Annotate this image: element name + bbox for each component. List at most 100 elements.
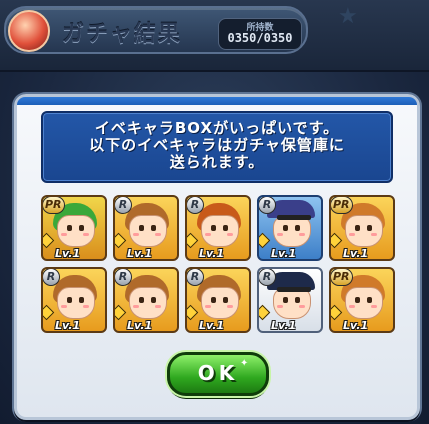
eye-icon — [67, 297, 72, 303]
eye-icon — [295, 225, 300, 231]
diamond-icon — [331, 232, 343, 249]
dialog-top-bar — [17, 97, 417, 105]
level-label: Lv.1 — [271, 247, 297, 260]
eye-icon — [139, 225, 144, 231]
header-bar: ガチャ結果 所持数 0350/0350 ★ — [0, 0, 429, 72]
message-line: 以下のイベキャラはガチャ保管庫に — [89, 136, 345, 154]
page-title: ガチャ結果 — [62, 22, 182, 47]
character-face-icon — [129, 215, 167, 247]
character-card[interactable]: PR Lv.1 — [329, 267, 395, 333]
character-face-icon — [201, 215, 239, 247]
character-card[interactable]: R Lv.1 — [257, 195, 323, 261]
eye-icon — [211, 225, 216, 231]
eye-icon — [67, 225, 72, 231]
blush-icon — [299, 233, 305, 236]
cap-brim-icon — [277, 287, 311, 292]
rarity-badge: R — [43, 269, 60, 286]
level-label: Lv.1 — [199, 247, 225, 260]
message-text: イベキャラBOXがいっぱいです。 以下のイベキャラはガチャ保管庫に 送られます。 — [49, 120, 385, 171]
blush-icon — [277, 233, 283, 236]
eye-icon — [79, 297, 84, 303]
gacha-emblem-icon — [8, 10, 50, 52]
diamond-icon — [187, 304, 199, 321]
character-grid: PR Lv.1 R Lv.1 R Lv.1 R Lv.1 PR Lv.1 R Lv.1 R Lv.1 R Lv… — [41, 195, 395, 333]
blush-icon — [133, 233, 139, 236]
character-face-icon — [345, 287, 383, 319]
eye-icon — [79, 225, 84, 231]
character-card[interactable]: PR Lv.1 — [329, 195, 395, 261]
level-label: Lv.1 — [55, 319, 81, 332]
diamond-icon — [259, 304, 271, 321]
eye-icon — [139, 297, 144, 303]
level-label: Lv.1 — [343, 247, 369, 260]
blush-icon — [371, 305, 377, 308]
diamond-icon — [115, 304, 127, 321]
message-line: 送られます。 — [169, 153, 265, 171]
blush-icon — [349, 305, 355, 308]
eye-icon — [283, 225, 288, 231]
blush-icon — [227, 233, 233, 236]
diamond-icon — [259, 232, 271, 249]
character-card[interactable]: R Lv.1 — [257, 267, 323, 333]
eye-icon — [367, 225, 372, 231]
character-face-icon — [129, 287, 167, 319]
level-label: Lv.1 — [127, 247, 153, 260]
message-box: イベキャラBOXがいっぱいです。 以下のイベキャラはガチャ保管庫に 送られます。 — [41, 111, 393, 183]
blush-icon — [133, 305, 139, 308]
cap-brim-icon — [277, 215, 311, 220]
character-card[interactable]: PR Lv.1 — [41, 195, 107, 261]
star-icon: ★ — [338, 4, 358, 29]
possession-count-value: 0350/0350 — [227, 31, 293, 45]
character-face-icon — [201, 287, 239, 319]
possession-count: 所持数 0350/0350 — [218, 18, 302, 50]
eye-icon — [355, 297, 360, 303]
blush-icon — [299, 305, 305, 308]
character-card[interactable]: R Lv.1 — [113, 195, 179, 261]
level-label: Lv.1 — [127, 319, 153, 332]
blush-icon — [205, 305, 211, 308]
level-label: Lv.1 — [271, 319, 297, 332]
blush-icon — [61, 233, 67, 236]
eye-icon — [355, 225, 360, 231]
rarity-badge: R — [259, 197, 276, 214]
rarity-badge: PR — [43, 197, 65, 214]
character-face-icon — [57, 215, 95, 247]
diamond-icon — [43, 304, 55, 321]
rarity-badge: R — [187, 269, 204, 286]
blush-icon — [155, 233, 161, 236]
eye-icon — [223, 225, 228, 231]
blush-icon — [277, 305, 283, 308]
character-face-icon — [345, 215, 383, 247]
eye-icon — [211, 297, 216, 303]
character-card[interactable]: R Lv.1 — [113, 267, 179, 333]
eye-icon — [367, 297, 372, 303]
diamond-icon — [43, 232, 55, 249]
diamond-icon — [187, 232, 199, 249]
rarity-badge: R — [115, 197, 132, 214]
character-face-icon — [57, 287, 95, 319]
level-label: Lv.1 — [199, 319, 225, 332]
blush-icon — [155, 305, 161, 308]
rarity-badge: PR — [331, 197, 353, 214]
box-full-dialog: イベキャラBOXがいっぱいです。 以下のイベキャラはガチャ保管庫に 送られます。… — [14, 94, 420, 420]
level-label: Lv.1 — [55, 247, 81, 260]
diamond-icon — [331, 304, 343, 321]
eye-icon — [151, 225, 156, 231]
rarity-badge: R — [115, 269, 132, 286]
level-label: Lv.1 — [343, 319, 369, 332]
character-card[interactable]: R Lv.1 — [41, 267, 107, 333]
blush-icon — [83, 305, 89, 308]
eye-icon — [151, 297, 156, 303]
eye-icon — [223, 297, 228, 303]
blush-icon — [227, 305, 233, 308]
character-card[interactable]: R Lv.1 — [185, 267, 251, 333]
sparkle-icon: ✦ — [240, 358, 249, 369]
rarity-badge: PR — [331, 269, 353, 286]
rarity-badge: R — [259, 269, 276, 286]
character-card[interactable]: R Lv.1 — [185, 195, 251, 261]
blush-icon — [61, 305, 67, 308]
blush-icon — [205, 233, 211, 236]
eye-icon — [295, 297, 300, 303]
message-line: イベキャラBOXがいっぱいです。 — [94, 119, 340, 137]
ok-button[interactable]: OK ✦ — [167, 352, 269, 396]
